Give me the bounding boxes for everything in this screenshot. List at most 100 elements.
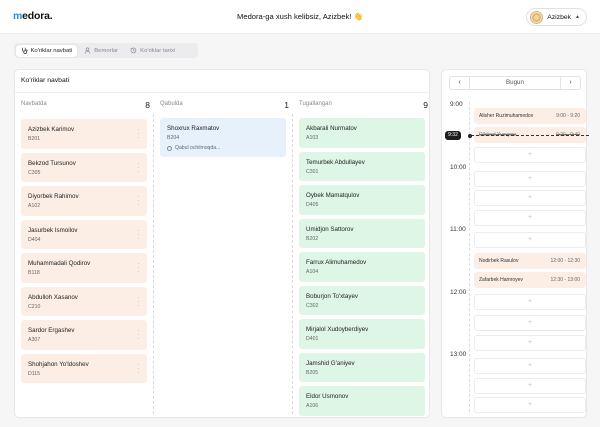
room-code: C210 xyxy=(28,303,41,310)
empty-slot-add[interactable]: + xyxy=(474,335,586,351)
patient-name: Umidjon Sattorov xyxy=(306,225,354,233)
patient-card[interactable]: Sardor Ergashev A307 · · · xyxy=(21,320,147,350)
tab-history[interactable]: Ko'riklar tarixi xyxy=(125,45,180,57)
hour-label: 13:00 xyxy=(450,351,467,358)
column-in-progress: Qabulda 1 Shoxrux Raxmatov B204 Qabul oc… xyxy=(160,98,289,414)
status-indicator: Qabul ochilmoqda... xyxy=(167,145,220,151)
patient-card[interactable]: Azizbek Karimov B201 · · · xyxy=(21,119,147,149)
more-icon[interactable]: · · · xyxy=(137,361,140,376)
patient-card[interactable]: Akbarali Nurmatov A103 xyxy=(299,118,425,148)
patient-name: Oybek Mamatqulov xyxy=(306,192,360,199)
column-title: Tugallangan xyxy=(299,101,332,107)
patient-card[interactable]: Bekzod Tursunov C305 · · · xyxy=(21,152,147,182)
patient-card[interactable]: Abdulloh Xasanov C210 · · · xyxy=(21,286,147,316)
patient-card[interactable]: Diyorbek Rahimov A102 · · · xyxy=(21,186,147,216)
patient-name: Jasurbek Ismoilov xyxy=(28,226,78,234)
empty-slot-add[interactable]: + xyxy=(474,232,586,248)
next-day-button[interactable]: › xyxy=(560,77,580,89)
appointment-time: 12:30 - 13:00 xyxy=(550,276,580,283)
divider xyxy=(15,92,429,93)
appointment-name: Alisher Ruzimuhamedov xyxy=(479,112,534,119)
more-icon[interactable]: · · · xyxy=(137,126,140,141)
more-icon[interactable]: · · · xyxy=(137,193,140,208)
current-time-line xyxy=(471,135,589,136)
patient-card[interactable]: Shohjahon Yo'ldoshev D115 · · · xyxy=(21,353,147,383)
patient-card[interactable]: Shoxrux Raxmatov B204 Qabul ochilmoqda..… xyxy=(160,118,286,157)
more-icon[interactable]: · · · xyxy=(137,260,140,275)
patient-card[interactable]: Umidjon Sattorov B202 xyxy=(299,218,425,248)
empty-slot-add[interactable]: + xyxy=(474,378,586,394)
current-time-dot xyxy=(467,133,472,138)
patient-name: Bekzod Tursunov xyxy=(28,159,76,167)
room-code: B201 xyxy=(28,136,41,142)
room-code: C302 xyxy=(306,302,319,309)
user-icon xyxy=(84,47,91,54)
hour-label: 9:00 xyxy=(450,101,463,108)
status-text: Qabul ochilmoqda... xyxy=(175,145,221,151)
empty-slot-add[interactable]: + xyxy=(474,171,586,187)
room-code: D405 xyxy=(306,202,319,208)
patient-name: Shohjahon Yo'ldoshev xyxy=(28,360,89,368)
tab-queue[interactable]: Ko'riklar navbati xyxy=(15,44,78,57)
more-icon[interactable]: · · · xyxy=(137,160,140,175)
room-code: A103 xyxy=(306,135,319,141)
tab-label: Bemorlar xyxy=(94,47,119,54)
patient-card[interactable]: Muhammadali Qodirov B118 · · · xyxy=(21,253,147,283)
user-menu[interactable]: Azizbek ▲ xyxy=(526,8,587,26)
column-waiting: Navbatda 8 Azizbek Karimov B201 · · · Bekzod… xyxy=(21,98,150,414)
patient-name: Abdulloh Xasanov xyxy=(28,293,78,301)
patient-card[interactable]: Boburjon To'xtayev C302 xyxy=(299,285,425,315)
room-code: B118 xyxy=(28,270,40,276)
empty-slot-add[interactable]: + xyxy=(474,315,586,331)
column-title: Navbatda xyxy=(21,101,47,107)
caret-up-icon: ▲ xyxy=(575,14,580,20)
patient-card[interactable]: Farrux Alimuhamedov A104 xyxy=(299,252,425,282)
queue-board: Ko'riklar navbati Navbatda 8 Azizbek Kar… xyxy=(14,69,430,418)
patient-card[interactable]: Jasurbek Ismoilov D404 · · · xyxy=(21,219,147,249)
schedule-panel: ‹ Bugun › 9:00 10:00 11:00 12:00 13:00 A… xyxy=(441,69,589,418)
patient-name: Sardor Ergashev xyxy=(28,327,75,334)
appointment-slot[interactable]: Nodirbek Rasulov 12:00 - 12:30 xyxy=(474,253,586,269)
patient-name: Diyorbek Rahimov xyxy=(28,193,79,200)
hour-label: 11:00 xyxy=(450,226,466,233)
patient-name: Jamshid G'aniyev xyxy=(306,359,355,367)
empty-slot-add[interactable]: + xyxy=(474,397,586,413)
patient-card[interactable]: Oybek Mamatqulov D405 xyxy=(299,185,425,215)
room-code: B202 xyxy=(306,235,319,242)
empty-slot-add[interactable]: + xyxy=(474,294,586,310)
more-icon[interactable]: · · · xyxy=(137,227,140,242)
patient-card[interactable]: Jamshid G'aniyev B205 xyxy=(299,352,425,382)
appointment-slot[interactable]: Alisher Ruzimuhamedov 9:00 - 9:20 xyxy=(474,108,586,124)
patient-name: Temurbek Abdullayev xyxy=(306,158,365,166)
patient-card[interactable]: Temurbek Abdullayev C301 xyxy=(299,151,425,181)
column-count: 1 xyxy=(284,100,289,110)
more-icon[interactable]: · · · xyxy=(137,294,140,309)
patient-card[interactable]: Eldor Usmonov A106 xyxy=(299,386,425,416)
tab-label: Ko'riklar tarixi xyxy=(140,47,176,54)
empty-slot-add[interactable]: + xyxy=(474,147,586,163)
current-time-badge: 9:32 xyxy=(445,131,461,140)
patient-name: Farrux Alimuhamedov xyxy=(306,259,367,266)
room-code: A106 xyxy=(306,403,319,409)
room-code: B204 xyxy=(167,135,180,141)
room-code: D404 xyxy=(28,236,41,243)
room-code: A307 xyxy=(28,337,41,343)
empty-slot-add[interactable]: + xyxy=(474,358,586,374)
date-navigator: ‹ Bugun › xyxy=(449,76,581,90)
tab-patients[interactable]: Bemorlar xyxy=(79,45,123,57)
column-header: Navbatda 8 xyxy=(21,100,150,110)
appointment-slot[interactable]: Zafarbek Hamroyev 12:30 - 13:00 xyxy=(474,272,586,288)
hour-label: 10:00 xyxy=(450,164,467,171)
more-icon[interactable]: · · · xyxy=(137,327,140,342)
empty-slot-add[interactable]: + xyxy=(474,190,586,206)
appointment-name: Nodirbek Rasulov xyxy=(479,257,519,264)
history-icon xyxy=(130,47,137,54)
room-code: B205 xyxy=(306,369,319,376)
room-code: C305 xyxy=(28,169,41,176)
column-header: Qabulda 1 xyxy=(160,100,289,110)
stethoscope-icon xyxy=(21,47,28,54)
patient-card[interactable]: Mirjalol Xudoyberdiyev D401 xyxy=(299,319,425,349)
empty-slot-add[interactable]: + xyxy=(474,210,586,226)
room-code: D401 xyxy=(306,336,319,342)
board-title: Ko'riklar navbati xyxy=(21,77,70,84)
